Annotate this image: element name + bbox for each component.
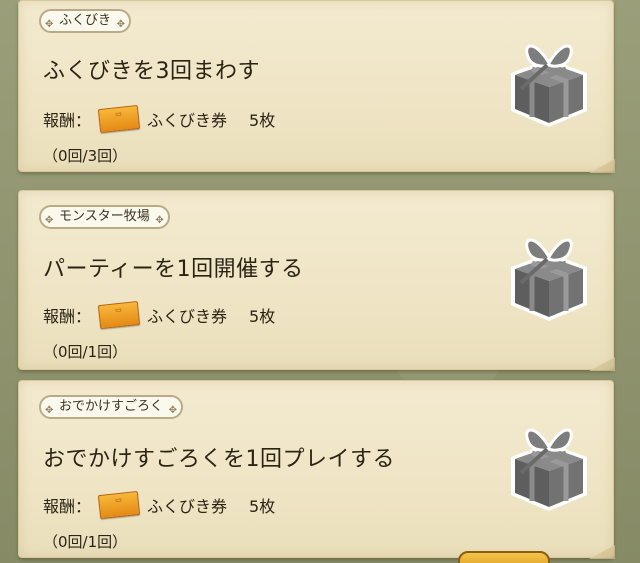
reward-label: 報酬： — [43, 111, 92, 130]
partial-button[interactable] — [458, 551, 550, 563]
mission-progress: （0回/1回） — [43, 533, 128, 551]
ticket-icon: ▭ — [97, 104, 141, 134]
reward-count: 5枚 — [249, 111, 276, 130]
mission-card[interactable]: ✥ モンスター牧場 ✥ パーティーを1回開催する 報酬： ▭ ふくびき券 5枚 … — [18, 190, 614, 370]
category-tag: ✥ モンスター牧場 ✥ — [39, 205, 170, 229]
gift-box-icon — [511, 428, 587, 511]
ticket-icon: ▭ — [97, 490, 141, 520]
category-label: おでかけすごろく — [59, 399, 164, 414]
category-label: ふくびき — [59, 13, 112, 28]
mission-title: おでかけすごろくを1回プレイする — [43, 447, 395, 472]
reward-row: 報酬： ▭ ふくびき券 5枚 — [43, 490, 276, 520]
mission-progress: （0回/3回） — [43, 147, 128, 165]
reward-item: ふくびき券 — [147, 307, 228, 326]
tag-ornament-icon: ✥ — [45, 215, 54, 226]
tag-ornament-icon: ✥ — [116, 19, 126, 30]
reward-label: 報酬： — [43, 307, 92, 326]
mission-progress: （0回/1回） — [43, 343, 128, 361]
category-label: モンスター牧場 — [59, 209, 150, 224]
reward-count: 5枚 — [249, 307, 276, 326]
reward-row: 報酬： ▭ ふくびき券 5枚 — [43, 300, 276, 330]
reward-item: ふくびき券 — [147, 497, 228, 516]
reward-item: ふくびき券 — [147, 111, 228, 130]
reward-count: 5枚 — [249, 497, 276, 516]
mission-title: ふくびきを3回まわす — [43, 59, 260, 84]
gift-box-icon — [511, 238, 587, 321]
tag-ornament-icon: ✥ — [45, 405, 54, 416]
tag-ornament-icon: ✥ — [155, 215, 164, 226]
ticket-icon: ▭ — [97, 300, 141, 330]
mission-card[interactable]: ✥ おでかけすごろく ✥ おでかけすごろくを1回プレイする 報酬： ▭ ふくびき… — [18, 380, 614, 558]
tag-ornament-icon: ✥ — [45, 19, 54, 30]
reward-label: 報酬： — [43, 497, 92, 516]
category-tag: ✥ ふくびき ✥ — [39, 9, 132, 33]
tag-ornament-icon: ✥ — [168, 405, 178, 416]
category-tag: ✥ おでかけすごろく ✥ — [39, 395, 184, 419]
gift-box-icon — [511, 44, 587, 127]
mission-card[interactable]: ✥ ふくびき ✥ ふくびきを3回まわす 報酬： ▭ ふくびき券 5枚 （0回/3… — [18, 0, 614, 172]
reward-row: 報酬： ▭ ふくびき券 5枚 — [43, 104, 276, 134]
mission-title: パーティーを1回開催する — [43, 257, 304, 282]
